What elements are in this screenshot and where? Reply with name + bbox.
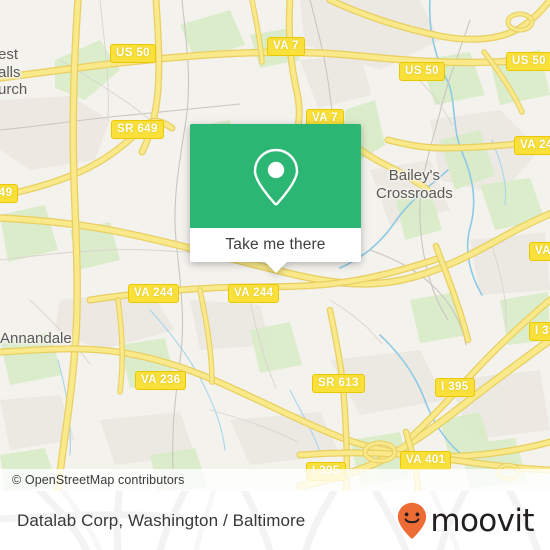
road-shield: VA 244 bbox=[514, 136, 550, 155]
moovit-map-screenshot: .road-cas{fill:none;stroke:#e8cf62;strok… bbox=[0, 0, 550, 550]
popup-cta[interactable]: Take me there bbox=[190, 228, 361, 262]
road-shield: VA 244 bbox=[128, 284, 180, 303]
road-shield: 649 bbox=[0, 184, 19, 203]
station-popup-card[interactable]: Take me there bbox=[190, 124, 361, 273]
road-shield: VA 236 bbox=[135, 371, 187, 390]
map-attribution: © OpenStreetMap contributors bbox=[0, 469, 550, 491]
popup-cta-label: Take me there bbox=[225, 236, 326, 253]
road-shield: US 50 bbox=[110, 44, 156, 63]
footer-title-text: Datalab Corp, Washington / Baltimore bbox=[17, 510, 306, 530]
moovit-logo[interactable]: moovit bbox=[397, 491, 535, 550]
location-pin-icon bbox=[253, 148, 298, 206]
moovit-pin-icon bbox=[398, 502, 427, 539]
footer-title: Datalab Corp, Washington / Baltimore bbox=[17, 491, 305, 550]
map-attribution-text: © OpenStreetMap contributors bbox=[12, 473, 185, 487]
road-shield: US 50 bbox=[506, 52, 550, 71]
map-viewport[interactable]: .road-cas{fill:none;stroke:#e8cf62;strok… bbox=[0, 0, 550, 491]
map-place-label: est alls urch bbox=[0, 46, 28, 99]
road-shield: I 39 bbox=[529, 322, 550, 341]
road-shield: VA bbox=[529, 242, 550, 261]
moovit-wordmark: moovit bbox=[430, 503, 534, 539]
footer-bar: Datalab Corp, Washington / Baltimore moo… bbox=[0, 491, 550, 550]
road-shield: I 395 bbox=[435, 378, 475, 397]
road-shield: VA 401 bbox=[400, 451, 452, 470]
road-shield: VA 7 bbox=[267, 37, 305, 56]
map-place-label: Bailey's Crossroads bbox=[376, 167, 453, 202]
road-shield: VA 244 bbox=[228, 284, 280, 303]
popup-pointer-tail bbox=[263, 261, 288, 273]
popup-icon-area bbox=[190, 124, 361, 228]
road-shield: SR 613 bbox=[312, 374, 365, 393]
road-shield: SR 649 bbox=[111, 120, 164, 139]
road-shield: US 50 bbox=[399, 62, 445, 81]
map-place-label: Annandale bbox=[0, 330, 72, 347]
